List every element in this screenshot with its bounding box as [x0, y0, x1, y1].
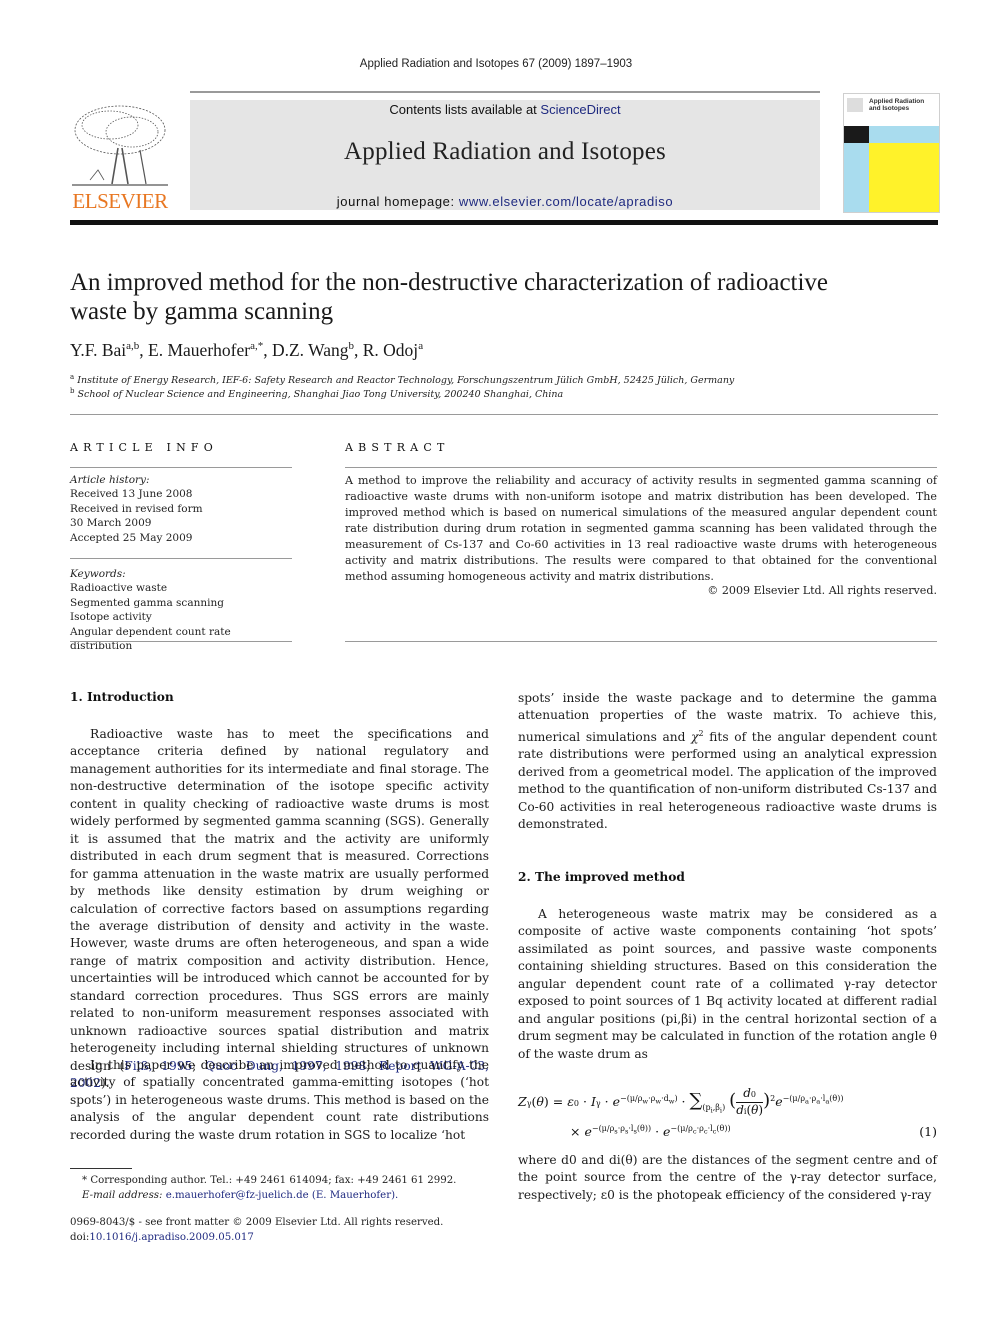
author[interactable]: R. Odoja: [363, 340, 423, 360]
journal-reference: Applied Radiation and Isotopes 67 (2009)…: [359, 58, 633, 70]
affiliation-rule: [70, 414, 938, 415]
equation-1: Zγ(θ) = ε0 · Iγ · e−(μ/ρw·ρw·dw) · ∑(pi,…: [518, 1078, 937, 1150]
author[interactable]: E. Mauerhofera,*: [148, 340, 263, 360]
abstract-rule: [345, 467, 937, 468]
issn-line: 0969-8043/$ - see front matter © 2009 El…: [70, 1217, 444, 1228]
history-item: Received in revised form: [70, 502, 203, 515]
homepage-line: journal homepage: www.elsevier.com/locat…: [190, 194, 820, 209]
method-paragraph-1: A heterogeneous waste matrix may be cons…: [518, 907, 937, 1061]
chi-symbol: χ: [691, 729, 699, 744]
header-thick-rule: [70, 220, 938, 225]
equation-number: (1): [919, 1124, 937, 1139]
affiliation-b: b School of Nuclear Science and Engineer…: [70, 387, 564, 401]
footnote-rule: [70, 1168, 132, 1169]
homepage-prefix: journal homepage:: [336, 194, 459, 209]
history-item: Received 13 June 2008: [70, 488, 193, 501]
affiliation-a: a Institute of Energy Research, IEF-6: S…: [70, 373, 735, 387]
section-2-heading: 2. The improved method: [518, 870, 685, 884]
contents-line: Contents lists available at ScienceDirec…: [190, 102, 820, 117]
article-title: An improved method for the non-destructi…: [70, 268, 940, 326]
corresponding-author-note: * Corresponding author. Tel.: +49 2461 6…: [70, 1174, 456, 1203]
article-history: Article history: Received 13 June 2008 R…: [70, 473, 292, 545]
equation-line-1: Zγ(θ) = ε0 · Iγ · e−(μ/ρw·ρw·dw) · ∑(pi,…: [518, 1086, 844, 1117]
abstract-copyright: © 2009 Elsevier Ltd. All rights reserved…: [707, 584, 937, 597]
article-title-line-2: waste by gamma scanning: [70, 298, 334, 325]
keyword: Isotope activity: [70, 611, 152, 624]
section-1-heading: 1. Introduction: [70, 690, 174, 704]
keyword: Radioactive waste: [70, 582, 168, 595]
elsevier-tree-icon: [72, 105, 168, 186]
journal-title: Applied Radiation and Isotopes: [344, 138, 666, 165]
history-item: 30 March 2009: [70, 517, 152, 530]
history-rule: [70, 558, 292, 559]
intro-paragraph-1: Radioactive waste has to meet the specif…: [70, 727, 489, 1091]
keyword: Angular dependent count rate distributio…: [70, 625, 231, 653]
contents-prefix: Contents lists available at: [389, 102, 541, 117]
method-paragraph-2: where d0 and di(θ) are the distances of …: [518, 1153, 937, 1202]
elsevier-wordmark: ELSEVIER: [72, 189, 168, 213]
author-list: Y.F. Baia,b, E. Mauerhofera,*, D.Z. Wang…: [70, 340, 424, 360]
keywords-rule: [70, 641, 292, 642]
intro-paragraph-2: In this paper we describe an improved me…: [70, 1058, 489, 1142]
intro-paragraph-2-continued: spots’ inside the waste package and to d…: [518, 691, 937, 832]
article-info-heading: ARTICLE INFO: [70, 441, 218, 454]
author[interactable]: D.Z. Wangb: [272, 340, 354, 360]
keywords-label: Keywords:: [70, 568, 126, 580]
doi-link[interactable]: 10.1016/j.apradiso.2009.05.017: [89, 1232, 254, 1243]
author[interactable]: Y.F. Baia,b: [70, 340, 139, 360]
article-info-rule: [70, 467, 292, 468]
cover-yellow-block: [869, 143, 939, 212]
elsevier-logo[interactable]: ELSEVIER: [70, 100, 170, 213]
sciencedirect-link[interactable]: ScienceDirect: [540, 102, 620, 117]
abstract-text: A method to improve the reliability and …: [345, 474, 937, 583]
cover-dark-block: [844, 126, 869, 143]
journal-homepage-link[interactable]: www.elsevier.com/locate/apradiso: [459, 194, 673, 209]
doi-line: doi:10.1016/j.apradiso.2009.05.017: [70, 1231, 254, 1243]
journal-cover-thumbnail[interactable]: Applied Radiation and Isotopes: [843, 93, 940, 213]
abstract-heading: ABSTRACT: [345, 441, 450, 454]
equation-line-2: × e−(μ/ρs·ρs·ls(θ)) · e−(μ/ρc·ρc·lc(θ)): [570, 1124, 731, 1140]
cover-logo-icon: [847, 98, 863, 112]
email-link[interactable]: e.mauerhofer@fz-juelich.de (E. Mauerhofe…: [166, 1190, 399, 1201]
header-rule: [190, 91, 820, 93]
front-matter-note: 0969-8043/$ - see front matter © 2009 El…: [70, 1216, 443, 1245]
cover-title: Applied Radiation and Isotopes: [869, 98, 925, 112]
keyword: Segmented gamma scanning: [70, 596, 224, 609]
history-item: Accepted 25 May 2009: [70, 531, 193, 544]
email-line: E-mail address: e.mauerhofer@fz-juelich.…: [82, 1189, 399, 1201]
abstract-bottom-rule: [345, 641, 937, 642]
article-title-line-1: An improved method for the non-destructi…: [70, 269, 829, 296]
article-history-label: Article history:: [70, 474, 150, 486]
